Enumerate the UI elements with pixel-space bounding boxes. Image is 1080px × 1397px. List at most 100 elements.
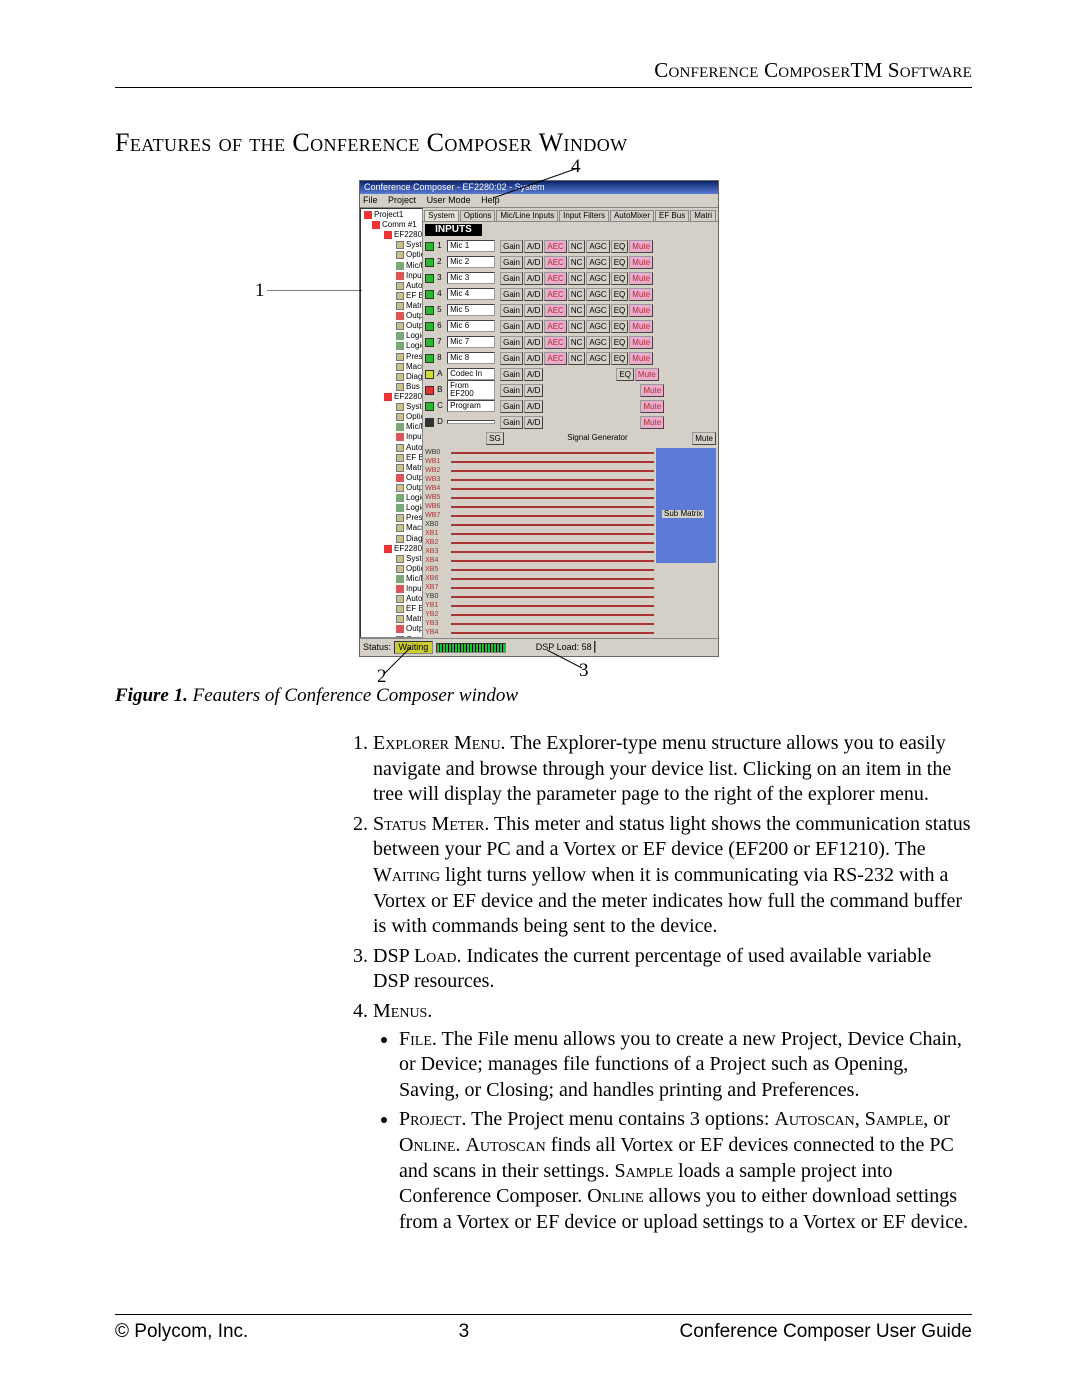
tree-node[interactable]: EF2280:01 bbox=[362, 392, 421, 402]
dsp-chip-gain[interactable]: Gain bbox=[500, 256, 523, 269]
menu-usermode[interactable]: User Mode bbox=[427, 195, 471, 205]
dsp-chip-agc[interactable]: AGC bbox=[586, 336, 609, 349]
tab[interactable]: System bbox=[424, 210, 459, 221]
dsp-chip-a/d[interactable]: A/D bbox=[524, 352, 543, 365]
tree-node[interactable]: Outputs bbox=[362, 635, 421, 638]
tree-node[interactable]: Diagnostics bbox=[362, 534, 421, 544]
dsp-chip-aec[interactable]: AEC bbox=[544, 320, 566, 333]
channel-label-input[interactable] bbox=[447, 420, 495, 424]
tree-node[interactable]: Presets bbox=[362, 513, 421, 523]
tree-node[interactable]: Outputs bbox=[362, 483, 421, 493]
dsp-chip-agc[interactable]: AGC bbox=[586, 272, 609, 285]
tab[interactable]: Matri bbox=[690, 210, 716, 221]
channel-label-input[interactable]: Program bbox=[447, 400, 495, 412]
dsp-chip-agc[interactable]: AGC bbox=[586, 320, 609, 333]
tree-node[interactable]: Input Filters bbox=[362, 432, 421, 442]
tree-node[interactable]: Logic Input bbox=[362, 493, 421, 503]
dsp-chip-nc[interactable]: NC bbox=[568, 336, 586, 349]
tab[interactable]: Input Filters bbox=[559, 210, 609, 221]
dsp-chip-gain[interactable]: Gain bbox=[500, 320, 523, 333]
tree-node[interactable]: Outputs bbox=[362, 321, 421, 331]
tree-node[interactable]: Project1 bbox=[362, 210, 421, 220]
dsp-chip-a/d[interactable]: A/D bbox=[524, 384, 543, 397]
tree-node[interactable]: Output Filters bbox=[362, 624, 421, 634]
tree-node[interactable]: EF Bus bbox=[362, 604, 421, 614]
tree-node[interactable]: Mic/Line Inpu bbox=[362, 574, 421, 584]
tree-node[interactable]: Input Filters bbox=[362, 584, 421, 594]
dsp-chip-a/d[interactable]: A/D bbox=[524, 368, 543, 381]
dsp-chip-gain[interactable]: Gain bbox=[500, 368, 523, 381]
dsp-chip-eq[interactable]: EQ bbox=[611, 336, 629, 349]
dsp-chip-aec[interactable]: AEC bbox=[544, 352, 566, 365]
dsp-chip-mute[interactable]: Mute bbox=[629, 256, 653, 269]
channel-label-input[interactable]: Mic 5 bbox=[447, 304, 495, 316]
dsp-chip-aec[interactable]: AEC bbox=[544, 288, 566, 301]
dsp-chip-agc[interactable]: AGC bbox=[586, 288, 609, 301]
dsp-chip-mute[interactable]: Mute bbox=[640, 384, 664, 397]
channel-label-input[interactable]: Codec In bbox=[447, 368, 495, 380]
channel-label-input[interactable]: Mic 2 bbox=[447, 256, 495, 268]
tree-node[interactable]: Output Filters bbox=[362, 311, 421, 321]
tree-node[interactable]: System bbox=[362, 554, 421, 564]
dsp-chip-gain[interactable]: Gain bbox=[500, 400, 523, 413]
channel-label-input[interactable]: Mic 6 bbox=[447, 320, 495, 332]
dsp-chip-eq[interactable]: EQ bbox=[611, 288, 629, 301]
dsp-chip-gain[interactable]: Gain bbox=[500, 384, 523, 397]
channel-label-input[interactable]: Mic 8 bbox=[447, 352, 495, 364]
explorer-tree[interactable]: Project1Comm #1EF2280:02SystemOptionsMic… bbox=[360, 208, 423, 638]
tree-node[interactable]: Input Filters bbox=[362, 271, 421, 281]
tree-node[interactable]: Options bbox=[362, 412, 421, 422]
dsp-chip-mute[interactable]: Mute bbox=[629, 272, 653, 285]
dsp-chip-agc[interactable]: AGC bbox=[586, 256, 609, 269]
dsp-chip-nc[interactable]: NC bbox=[568, 272, 586, 285]
dsp-chip-nc[interactable]: NC bbox=[568, 288, 586, 301]
tab-strip[interactable]: SystemOptionsMic/Line InputsInput Filter… bbox=[423, 208, 718, 222]
dsp-chip-a/d[interactable]: A/D bbox=[524, 304, 543, 317]
sub-matrix-block[interactable]: Sub Matrix bbox=[656, 448, 716, 563]
tree-node[interactable]: Mic/Line Inpu bbox=[362, 422, 421, 432]
dsp-chip-a/d[interactable]: A/D bbox=[524, 416, 543, 429]
dsp-chip-eq[interactable]: EQ bbox=[611, 304, 629, 317]
dsp-chip-gain[interactable]: Gain bbox=[500, 288, 523, 301]
menu-file[interactable]: File bbox=[363, 195, 378, 205]
tree-node[interactable]: Matrix Mixer bbox=[362, 614, 421, 624]
dsp-chip-eq[interactable]: EQ bbox=[611, 352, 629, 365]
tree-node[interactable]: Options bbox=[362, 250, 421, 260]
dsp-chip-mute[interactable]: Mute bbox=[629, 320, 653, 333]
tree-node[interactable]: Matrix Mixer bbox=[362, 301, 421, 311]
dsp-chip-mute[interactable]: Mute bbox=[629, 240, 653, 253]
tree-node[interactable]: Options bbox=[362, 564, 421, 574]
dsp-chip-agc[interactable]: AGC bbox=[586, 352, 609, 365]
tree-node[interactable]: Logic Output bbox=[362, 503, 421, 513]
tree-node[interactable]: AutoMixer bbox=[362, 281, 421, 291]
tree-node[interactable]: Presets bbox=[362, 352, 421, 362]
dsp-chip-a/d[interactable]: A/D bbox=[524, 336, 543, 349]
tree-node[interactable]: Logic Output bbox=[362, 341, 421, 351]
channel-label-input[interactable]: Mic 4 bbox=[447, 288, 495, 300]
dsp-chip-a/d[interactable]: A/D bbox=[524, 320, 543, 333]
dsp-chip-mute[interactable]: Mute bbox=[629, 288, 653, 301]
channel-label-input[interactable]: From EF200 bbox=[447, 380, 495, 400]
tree-node[interactable]: Matrix Mixer bbox=[362, 463, 421, 473]
tree-node[interactable]: EF Bus bbox=[362, 291, 421, 301]
sg-chip[interactable]: SG bbox=[486, 432, 504, 445]
menu-project[interactable]: Project bbox=[388, 195, 416, 205]
tree-node[interactable]: System bbox=[362, 402, 421, 412]
dsp-chip-a/d[interactable]: A/D bbox=[524, 272, 543, 285]
dsp-chip-mute[interactable]: Mute bbox=[635, 368, 659, 381]
tree-node[interactable]: EF2280:02 bbox=[362, 230, 421, 240]
dsp-chip-aec[interactable]: AEC bbox=[544, 240, 566, 253]
tree-node[interactable]: Macros bbox=[362, 523, 421, 533]
tree-node[interactable]: System bbox=[362, 240, 421, 250]
sg-mute-button[interactable]: Mute bbox=[692, 432, 716, 445]
dsp-chip-gain[interactable]: Gain bbox=[500, 352, 523, 365]
tree-node[interactable]: Bus AutoMixer bbox=[362, 382, 421, 392]
dsp-chip-mute[interactable]: Mute bbox=[629, 352, 653, 365]
tab[interactable]: EF Bus bbox=[655, 210, 689, 221]
dsp-chip-gain[interactable]: Gain bbox=[500, 240, 523, 253]
dsp-chip-gain[interactable]: Gain bbox=[500, 336, 523, 349]
tab[interactable]: Mic/Line Inputs bbox=[496, 210, 558, 221]
dsp-chip-a/d[interactable]: A/D bbox=[524, 400, 543, 413]
dsp-chip-eq[interactable]: EQ bbox=[611, 320, 629, 333]
tree-node[interactable]: AutoMixer bbox=[362, 594, 421, 604]
